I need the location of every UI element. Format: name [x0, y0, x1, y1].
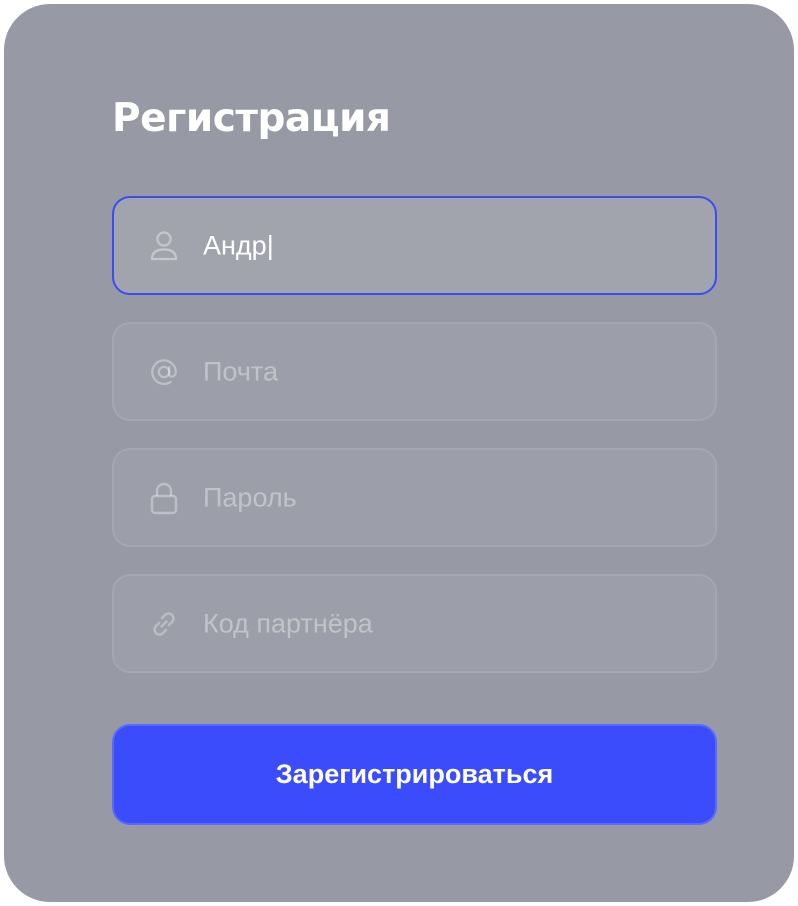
registration-card: Регистрация Андр| Почта Пароль Код партн… — [4, 4, 794, 902]
user-icon — [148, 230, 180, 262]
page-title: Регистрация — [112, 96, 391, 141]
partner-code-field[interactable]: Код партнёра — [112, 574, 717, 673]
lock-icon — [148, 482, 180, 514]
password-field[interactable]: Пароль — [112, 448, 717, 547]
name-field-value: Андр| — [203, 230, 274, 260]
password-field-placeholder: Пароль — [203, 482, 297, 512]
partner-code-field-placeholder: Код партнёра — [203, 608, 373, 638]
at-sign-icon — [148, 356, 180, 388]
name-field[interactable]: Андр| — [112, 196, 717, 295]
email-field-placeholder: Почта — [203, 356, 278, 386]
email-field[interactable]: Почта — [112, 322, 717, 421]
register-button[interactable]: Зарегистрироваться — [112, 724, 717, 825]
text-caret: | — [266, 230, 274, 260]
link-icon — [148, 608, 180, 640]
